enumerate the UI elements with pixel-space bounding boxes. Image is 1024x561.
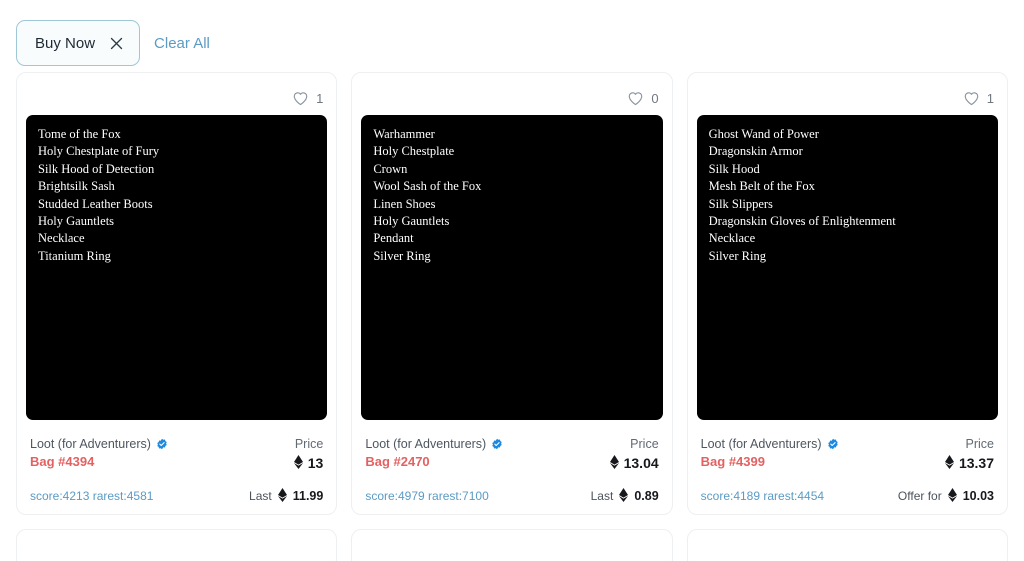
ethereum-icon	[944, 455, 954, 471]
loot-card[interactable]: 1 Tome of the Fox Holy Chestplate of Fury S…	[16, 72, 338, 515]
loot-item: Dragonskin Gloves of Enlightenment	[708, 214, 896, 229]
like-row[interactable]: 0	[361, 81, 662, 115]
secondary-price: Last 11.99	[249, 488, 323, 504]
secondary-price-label: Last	[590, 489, 614, 503]
card-grid: 1 Tome of the Fox Holy Chestplate of Fury S…	[0, 72, 1024, 515]
secondary-price-label: Last	[249, 489, 272, 503]
secondary-price-label: Offer for	[897, 489, 942, 503]
loot-item: Crown	[373, 161, 408, 176]
loot-art-panel[interactable]: Tome of the Fox Holy Chestplate of Fury Si…	[26, 115, 328, 420]
verified-badge-icon	[156, 438, 168, 450]
price-value: 13.04	[609, 455, 659, 471]
ethereum-icon	[293, 455, 303, 471]
like-row[interactable]: 1	[697, 81, 998, 115]
loot-card-partial[interactable]	[351, 529, 673, 561]
loot-item: Titanium Ring	[38, 248, 111, 263]
heart-outline-icon[interactable]	[627, 90, 644, 107]
collection-name[interactable]: Loot (for Adventurers)	[701, 437, 839, 451]
collection-label: Loot (for Adventurers)	[700, 437, 822, 451]
loot-item: Silver Ring	[373, 248, 431, 263]
filter-chip-label: Buy Now	[35, 34, 96, 52]
loot-item: Dragonskin Armor	[708, 144, 803, 159]
loot-card-partial[interactable]	[686, 529, 1008, 561]
heart-outline-icon[interactable]	[292, 90, 309, 107]
score-link[interactable]: score:4213 rarest:4581	[30, 489, 153, 503]
loot-card[interactable]: 1 Ghost Wand of Power Dragonskin Armor Silk…	[686, 72, 1008, 515]
loot-item: Ghost Wand of Power	[708, 127, 819, 141]
ethereum-icon	[619, 488, 629, 504]
heart-outline-icon[interactable]	[963, 90, 980, 107]
bag-name[interactable]: Bag #2470	[365, 454, 503, 469]
price-label: Price	[294, 437, 324, 451]
loot-item: Wool Sash of the Fox	[373, 179, 482, 194]
loot-item: Silk Slippers	[708, 196, 773, 211]
price-value: 13	[293, 455, 324, 471]
loot-item: Brightsilk Sash	[38, 179, 115, 194]
filter-chip-buy-now[interactable]: Buy Now	[16, 20, 141, 66]
collection-name[interactable]: Loot (for Adventurers)	[365, 437, 503, 451]
card-meta: Loot (for Adventurers) Bag #4399 Price 13.3…	[697, 420, 998, 471]
secondary-price: Offer for 10.03	[898, 488, 994, 504]
ethereum-icon	[947, 488, 957, 504]
like-row[interactable]: 1	[26, 81, 327, 115]
collection-label: Loot (for Adventurers)	[30, 437, 151, 451]
secondary-price-amount: 10.03	[962, 489, 994, 503]
loot-art-panel[interactable]: Ghost Wand of Power Dragonskin Armor Silk …	[696, 115, 998, 420]
like-count: 1	[316, 90, 324, 106]
clear-all-button[interactable]: Clear All	[154, 35, 210, 52]
price-amount: 13	[307, 455, 324, 471]
verified-badge-icon	[827, 438, 839, 450]
loot-item: Tome of the Fox	[38, 127, 121, 141]
loot-item: Pendant	[373, 231, 414, 246]
card-bottom: score:4213 rarest:4581 Last 11.99	[26, 471, 327, 504]
collection-label: Loot (for Adventurers)	[365, 437, 487, 451]
score-link[interactable]: score:4979 rarest:7100	[365, 489, 488, 503]
loot-item: Holy Chestplate of Fury	[38, 144, 160, 159]
card-meta: Loot (for Adventurers) Bag #4394 Price 13	[26, 420, 327, 471]
verified-badge-icon	[491, 438, 503, 450]
loot-art-panel[interactable]: Warhammer Holy Chestplate Crown Wool Sash o…	[361, 115, 663, 420]
score-link[interactable]: score:4189 rarest:4454	[701, 489, 824, 503]
loot-item: Holy Gauntlets	[373, 214, 450, 229]
card-bottom: score:4979 rarest:7100 Last 0.89	[361, 471, 662, 504]
price-amount: 13.37	[958, 455, 994, 471]
secondary-price-amount: 11.99	[292, 489, 324, 503]
loot-item: Holy Gauntlets	[38, 214, 115, 229]
card-meta: Loot (for Adventurers) Bag #2470 Price 13.0…	[361, 420, 662, 471]
bag-name[interactable]: Bag #4399	[701, 454, 839, 469]
collection-name[interactable]: Loot (for Adventurers)	[30, 437, 168, 451]
bag-name[interactable]: Bag #4394	[30, 454, 168, 469]
secondary-price: Last 0.89	[591, 488, 659, 504]
loot-item: Linen Shoes	[373, 196, 436, 211]
loot-item: Necklace	[708, 231, 756, 246]
loot-item: Silk Hood of Detection	[38, 161, 155, 176]
like-count: 1	[986, 90, 994, 106]
price-label: Price	[630, 437, 659, 451]
close-icon[interactable]	[109, 36, 123, 50]
loot-item: Necklace	[38, 231, 85, 246]
loot-item: Mesh Belt of the Fox	[708, 179, 815, 194]
ethereum-icon	[277, 488, 287, 504]
loot-card[interactable]: 0 Warhammer Holy Chestplate Crown Wool Sash …	[351, 72, 673, 515]
like-count: 0	[651, 90, 659, 106]
loot-item: Holy Chestplate	[373, 144, 455, 159]
card-grid-next-row	[0, 529, 1024, 561]
price-value: 13.37	[944, 455, 994, 471]
ethereum-icon	[609, 455, 619, 471]
loot-item: Studded Leather Boots	[38, 196, 153, 211]
price-amount: 13.04	[623, 455, 659, 471]
loot-item: Silver Ring	[708, 248, 766, 263]
card-bottom: score:4189 rarest:4454 Offer for 10.03	[697, 471, 998, 504]
loot-card-partial[interactable]	[16, 529, 338, 561]
price-label: Price	[965, 437, 994, 451]
secondary-price-amount: 0.89	[634, 489, 659, 503]
filter-bar: Buy Now Clear All	[0, 0, 1024, 72]
loot-item: Warhammer	[373, 127, 435, 141]
loot-item: Silk Hood	[708, 161, 760, 176]
